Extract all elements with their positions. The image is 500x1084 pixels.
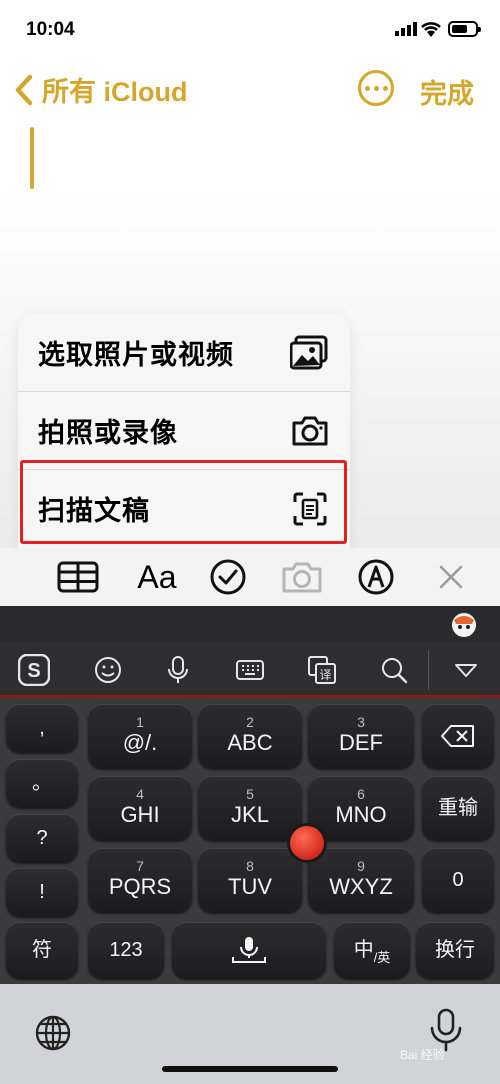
table-icon[interactable] (56, 558, 100, 596)
search-icon[interactable] (378, 654, 410, 686)
translate-icon[interactable]: 译 (306, 654, 338, 686)
key-2[interactable]: 2 ABC (198, 704, 302, 768)
text-cursor (30, 127, 34, 189)
globe-icon[interactable] (34, 1014, 72, 1052)
key-7[interactable]: 7 PQRS (88, 848, 192, 912)
microphone-icon (232, 937, 266, 963)
camera-icon (290, 411, 330, 451)
menu-item-label: 选取照片或视频 (38, 340, 234, 370)
key-period[interactable]: 。 (6, 759, 78, 807)
key-8[interactable]: 8 TUV (198, 848, 302, 912)
menu-item-take-photo[interactable]: 拍照或录像 (18, 392, 350, 469)
scan-document-highlight (20, 460, 347, 544)
symbol-key[interactable]: 符 (6, 922, 78, 978)
home-indicator (162, 1066, 338, 1072)
key-6[interactable]: 6 MNO (308, 776, 414, 840)
camera-icon[interactable] (280, 558, 324, 596)
key-exclamation[interactable]: ! (6, 868, 78, 916)
numbers-key[interactable]: 123 (88, 922, 164, 978)
key-3[interactable]: 3 DEF (308, 704, 414, 768)
markup-icon[interactable] (356, 558, 396, 596)
status-bar: 10:04 (0, 0, 500, 58)
keyboard-candidate-bar (0, 606, 500, 642)
back-button[interactable]: 所有 iCloud (12, 70, 187, 109)
emoji-icon[interactable] (92, 654, 124, 686)
key-5[interactable]: 5 JKL (198, 776, 302, 840)
navigation-bar: 所有 iCloud 完成 (0, 58, 500, 118)
back-label: 所有 iCloud (42, 77, 188, 107)
space-key[interactable] (172, 922, 326, 978)
status-time: 10:04 (26, 19, 75, 40)
mascot-icon[interactable] (450, 610, 478, 638)
checklist-icon[interactable] (208, 558, 248, 596)
format-toolbar: Aa (0, 548, 500, 606)
key-comma[interactable]: , (6, 704, 78, 752)
menu-item-label: 拍照或录像 (38, 418, 178, 448)
keyboard-icon[interactable] (234, 654, 266, 686)
key-9[interactable]: 9 WXYZ (308, 848, 414, 912)
svg-text:S: S (27, 660, 40, 682)
svg-text:译: 译 (319, 668, 331, 682)
close-icon[interactable] (434, 558, 468, 596)
language-switch-key[interactable]: 中/英 (334, 922, 410, 978)
microphone-icon[interactable] (162, 654, 194, 686)
key-4[interactable]: 4 GHI (88, 776, 192, 840)
trackpoint-decoration (290, 826, 324, 860)
backspace-icon (441, 725, 474, 747)
key-0[interactable]: 0 (422, 848, 494, 912)
watermark: Bai 经验 (400, 1048, 445, 1062)
photo-library-icon (290, 333, 330, 373)
rewrite-key[interactable]: 重输 (422, 776, 494, 840)
battery-icon (448, 21, 481, 37)
collapse-icon[interactable] (450, 654, 482, 686)
backspace-key[interactable] (422, 704, 494, 768)
done-button[interactable]: 完成 (420, 72, 474, 111)
enter-key[interactable]: 换行 (416, 922, 494, 978)
sogou-logo-icon[interactable]: S (18, 654, 50, 686)
text-format-button[interactable]: Aa (132, 558, 182, 596)
wifi-icon (421, 22, 441, 37)
cellular-signal-icon (395, 22, 417, 36)
menu-item-choose-photo[interactable]: 选取照片或视频 (18, 314, 350, 391)
key-1[interactable]: 1 @/. (88, 704, 192, 768)
keyboard-toolbar: S 译 (0, 642, 500, 698)
key-question[interactable]: ? (6, 814, 78, 862)
sogou-keyboard: S 译 , 。 ? ! 1 @/. 2 ABC 3 DEF 4 GHI 5 JKL 6 MN… (0, 606, 500, 984)
more-options-button[interactable] (358, 70, 394, 106)
chevron-left-icon (15, 74, 33, 105)
